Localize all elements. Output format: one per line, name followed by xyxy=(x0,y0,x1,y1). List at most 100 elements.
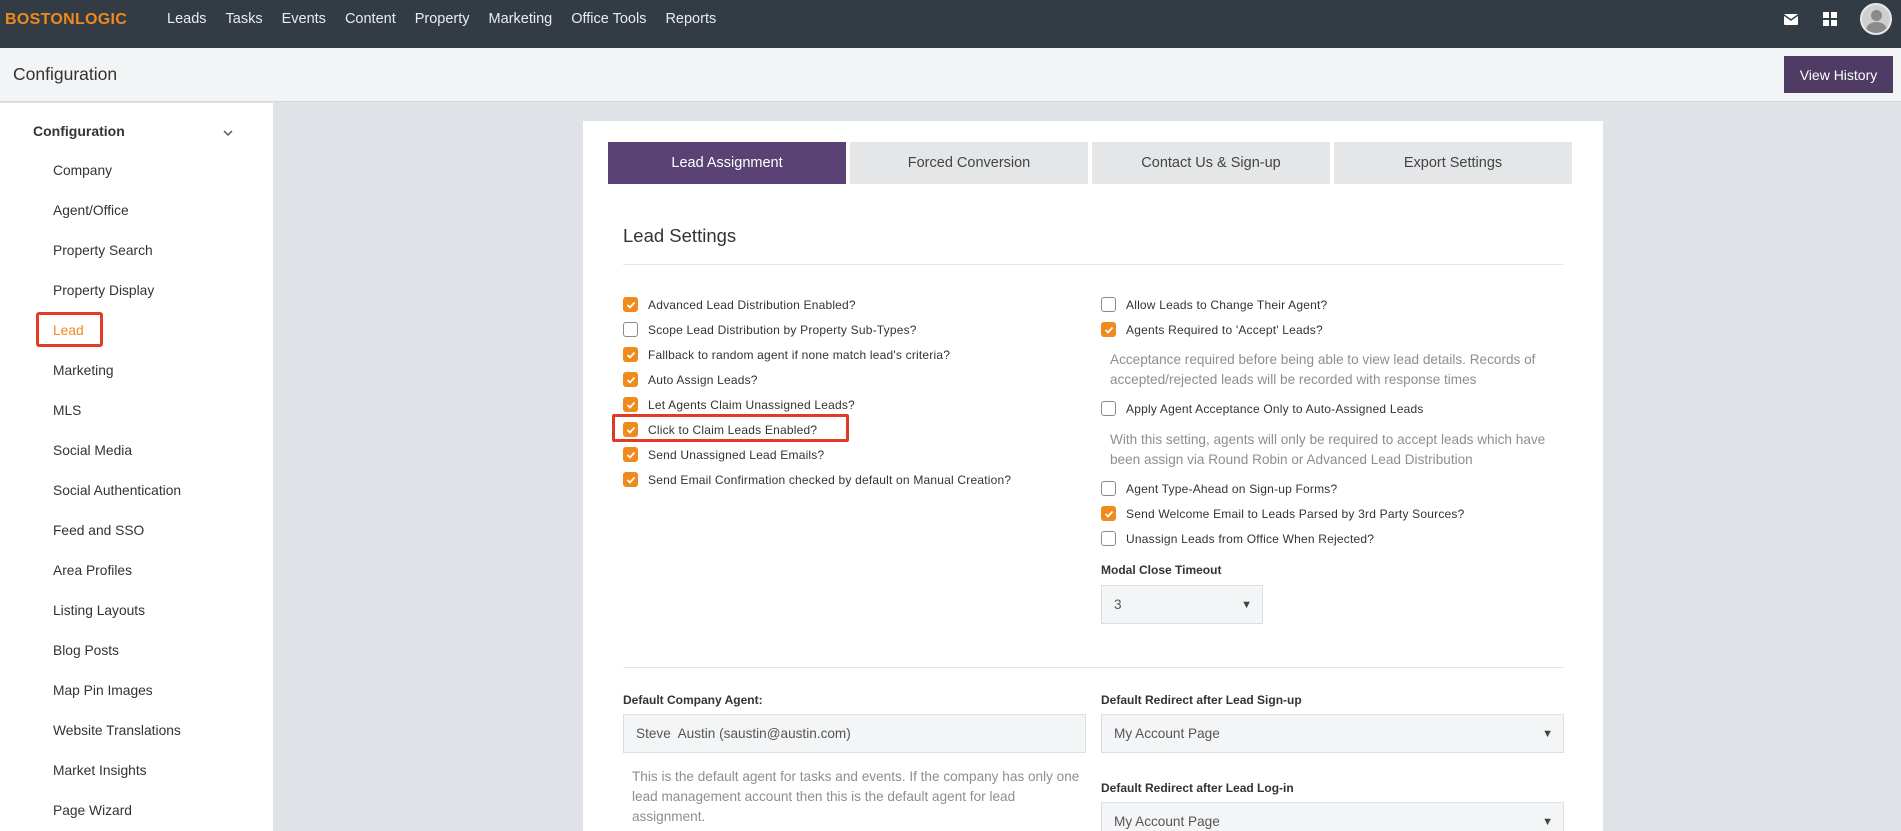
checkbox-label: Advanced Lead Distribution Enabled? xyxy=(648,297,856,312)
bostonlogic-logo[interactable]: BOSTONLOGIC xyxy=(5,11,127,29)
checkbox[interactable] xyxy=(1101,531,1116,546)
settings-tabs: Lead Assignment Forced Conversion Contac… xyxy=(608,142,1576,184)
checkbox-row: Auto Assign Leads? xyxy=(623,372,758,387)
page-header: Configuration View History xyxy=(0,48,1901,102)
checkbox-row: Agents Required to 'Accept' Leads? xyxy=(1101,322,1323,337)
sidebar-item-mls[interactable]: MLS xyxy=(53,403,81,418)
sidebar-item-listing-layouts[interactable]: Listing Layouts xyxy=(53,603,145,618)
tab-export-settings[interactable]: Export Settings xyxy=(1334,142,1572,184)
checkbox-label: Agents Required to 'Accept' Leads? xyxy=(1126,322,1323,337)
main-nav: Leads Tasks Events Content Property Mark… xyxy=(167,0,735,38)
checkbox[interactable] xyxy=(623,372,638,387)
checkbox[interactable] xyxy=(623,447,638,462)
checkbox-label: Send Welcome Email to Leads Parsed by 3r… xyxy=(1126,506,1465,521)
nav-office-tools[interactable]: Office Tools xyxy=(571,11,646,27)
checkbox-row: Send Email Confirmation checked by defau… xyxy=(623,472,1011,487)
default-agent-input[interactable]: Steve Austin (saustin@austin.com) xyxy=(623,714,1086,753)
checkbox-row: Let Agents Claim Unassigned Leads? xyxy=(623,397,855,412)
sidebar-item-market-insights[interactable]: Market Insights xyxy=(53,763,147,778)
redirect-signup-select[interactable]: My Account Page ▼ xyxy=(1101,714,1564,753)
sidebar-item-feed-and-sso[interactable]: Feed and SSO xyxy=(53,523,144,538)
nav-events[interactable]: Events xyxy=(282,11,326,27)
avatar[interactable] xyxy=(1860,3,1892,35)
config-sidebar: Configuration Company Agent/Office Prope… xyxy=(0,103,273,831)
sidebar-item-website-translations[interactable]: Website Translations xyxy=(53,723,181,738)
checkbox-row: Agent Type-Ahead on Sign-up Forms? xyxy=(1101,481,1337,496)
lead-highlight-box xyxy=(36,312,103,347)
checkbox-label: Send Email Confirmation checked by defau… xyxy=(648,472,1012,487)
chevron-down-icon[interactable] xyxy=(223,124,233,142)
nav-tasks[interactable]: Tasks xyxy=(226,11,263,27)
modal-timeout-label: Modal Close Timeout xyxy=(1101,563,1222,577)
input-value: Steve Austin (saustin@austin.com) xyxy=(636,726,851,741)
nav-marketing[interactable]: Marketing xyxy=(489,11,553,27)
nav-property[interactable]: Property xyxy=(415,11,470,27)
tab-lead-assignment[interactable]: Lead Assignment xyxy=(608,142,846,184)
checkbox-label: Send Unassigned Lead Emails? xyxy=(648,447,825,462)
checkbox[interactable] xyxy=(1101,506,1116,521)
sidebar-item-social-authentication[interactable]: Social Authentication xyxy=(53,483,181,498)
default-agent-help-text: This is the default agent for tasks and … xyxy=(632,769,1080,824)
divider xyxy=(623,264,1563,265)
checkbox-label: Scope Lead Distribution by Property Sub-… xyxy=(648,322,917,337)
checkbox-row: Apply Agent Acceptance Only to Auto-Assi… xyxy=(1101,401,1424,416)
section-title: Lead Settings xyxy=(623,225,737,246)
top-right-icons xyxy=(1782,0,1901,38)
settings-card: Lead Assignment Forced Conversion Contac… xyxy=(583,121,1603,831)
nav-reports[interactable]: Reports xyxy=(665,11,716,27)
checkbox[interactable] xyxy=(1101,322,1116,337)
checkbox-row: Send Unassigned Lead Emails? xyxy=(623,447,824,462)
checkbox-label: Auto Assign Leads? xyxy=(648,372,758,387)
checkbox-row: Advanced Lead Distribution Enabled? xyxy=(623,297,856,312)
tab-contact-us-signup[interactable]: Contact Us & Sign-up xyxy=(1092,142,1330,184)
redirect-login-select[interactable]: My Account Page ▼ xyxy=(1101,802,1564,831)
grid-icon[interactable] xyxy=(1821,10,1839,28)
default-agent-label: Default Company Agent: xyxy=(623,693,763,707)
sidebar-item-agent-office[interactable]: Agent/Office xyxy=(53,203,129,218)
sidebar-item-social-media[interactable]: Social Media xyxy=(53,443,132,458)
select-arrow-icon: ▼ xyxy=(1542,727,1553,740)
checkbox-label: Agent Type-Ahead on Sign-up Forms? xyxy=(1126,481,1338,496)
divider xyxy=(623,667,1563,668)
checkbox-label: Let Agents Claim Unassigned Leads? xyxy=(648,397,855,412)
checkbox[interactable] xyxy=(623,297,638,312)
checkbox-label: Fallback to random agent if none match l… xyxy=(648,347,951,362)
nav-content[interactable]: Content xyxy=(345,11,396,27)
select-value: My Account Page xyxy=(1114,814,1220,829)
tab-forced-conversion[interactable]: Forced Conversion xyxy=(850,142,1088,184)
sidebar-item-marketing[interactable]: Marketing xyxy=(53,363,114,378)
sidebar-item-map-pin-images[interactable]: Map Pin Images xyxy=(53,683,153,698)
sidebar-heading[interactable]: Configuration xyxy=(33,123,125,139)
select-value: My Account Page xyxy=(1114,726,1220,741)
sidebar-item-company[interactable]: Company xyxy=(53,163,112,178)
checkbox-row: Send Welcome Email to Leads Parsed by 3r… xyxy=(1101,506,1464,521)
sidebar-item-blog-posts[interactable]: Blog Posts xyxy=(53,643,119,658)
checkbox[interactable] xyxy=(623,322,638,337)
top-navbar: BOSTONLOGIC Leads Tasks Events Content P… xyxy=(0,0,1901,48)
checkbox-label: Apply Agent Acceptance Only to Auto-Assi… xyxy=(1126,401,1424,416)
page-title: Configuration xyxy=(13,64,118,84)
sidebar-item-area-profiles[interactable]: Area Profiles xyxy=(53,563,132,578)
sidebar-item-page-wizard[interactable]: Page Wizard xyxy=(53,803,132,818)
checkbox[interactable] xyxy=(1101,401,1116,416)
checkbox[interactable] xyxy=(623,472,638,487)
acceptance-help-text: Acceptance required before being able to… xyxy=(1110,352,1536,387)
envelope-icon[interactable] xyxy=(1782,10,1800,28)
sidebar-item-property-display[interactable]: Property Display xyxy=(53,283,154,298)
checkbox[interactable] xyxy=(1101,481,1116,496)
checkbox[interactable] xyxy=(623,397,638,412)
nav-leads[interactable]: Leads xyxy=(167,11,207,27)
checkbox[interactable] xyxy=(1101,297,1116,312)
redirect-login-label: Default Redirect after Lead Log-in xyxy=(1101,781,1294,795)
checkbox-label: Allow Leads to Change Their Agent? xyxy=(1126,297,1328,312)
select-arrow-icon: ▼ xyxy=(1241,598,1252,611)
checkbox-row: Fallback to random agent if none match l… xyxy=(623,347,950,362)
checkbox-row: Unassign Leads from Office When Rejected… xyxy=(1101,531,1374,546)
sidebar-item-property-search[interactable]: Property Search xyxy=(53,243,153,258)
modal-timeout-select[interactable]: 3 ▼ xyxy=(1101,585,1263,624)
redirect-signup-label: Default Redirect after Lead Sign-up xyxy=(1101,693,1302,707)
checkbox[interactable] xyxy=(623,347,638,362)
checkbox-row: Scope Lead Distribution by Property Sub-… xyxy=(623,322,917,337)
view-history-button[interactable]: View History xyxy=(1784,56,1893,93)
select-arrow-icon: ▼ xyxy=(1542,815,1553,828)
